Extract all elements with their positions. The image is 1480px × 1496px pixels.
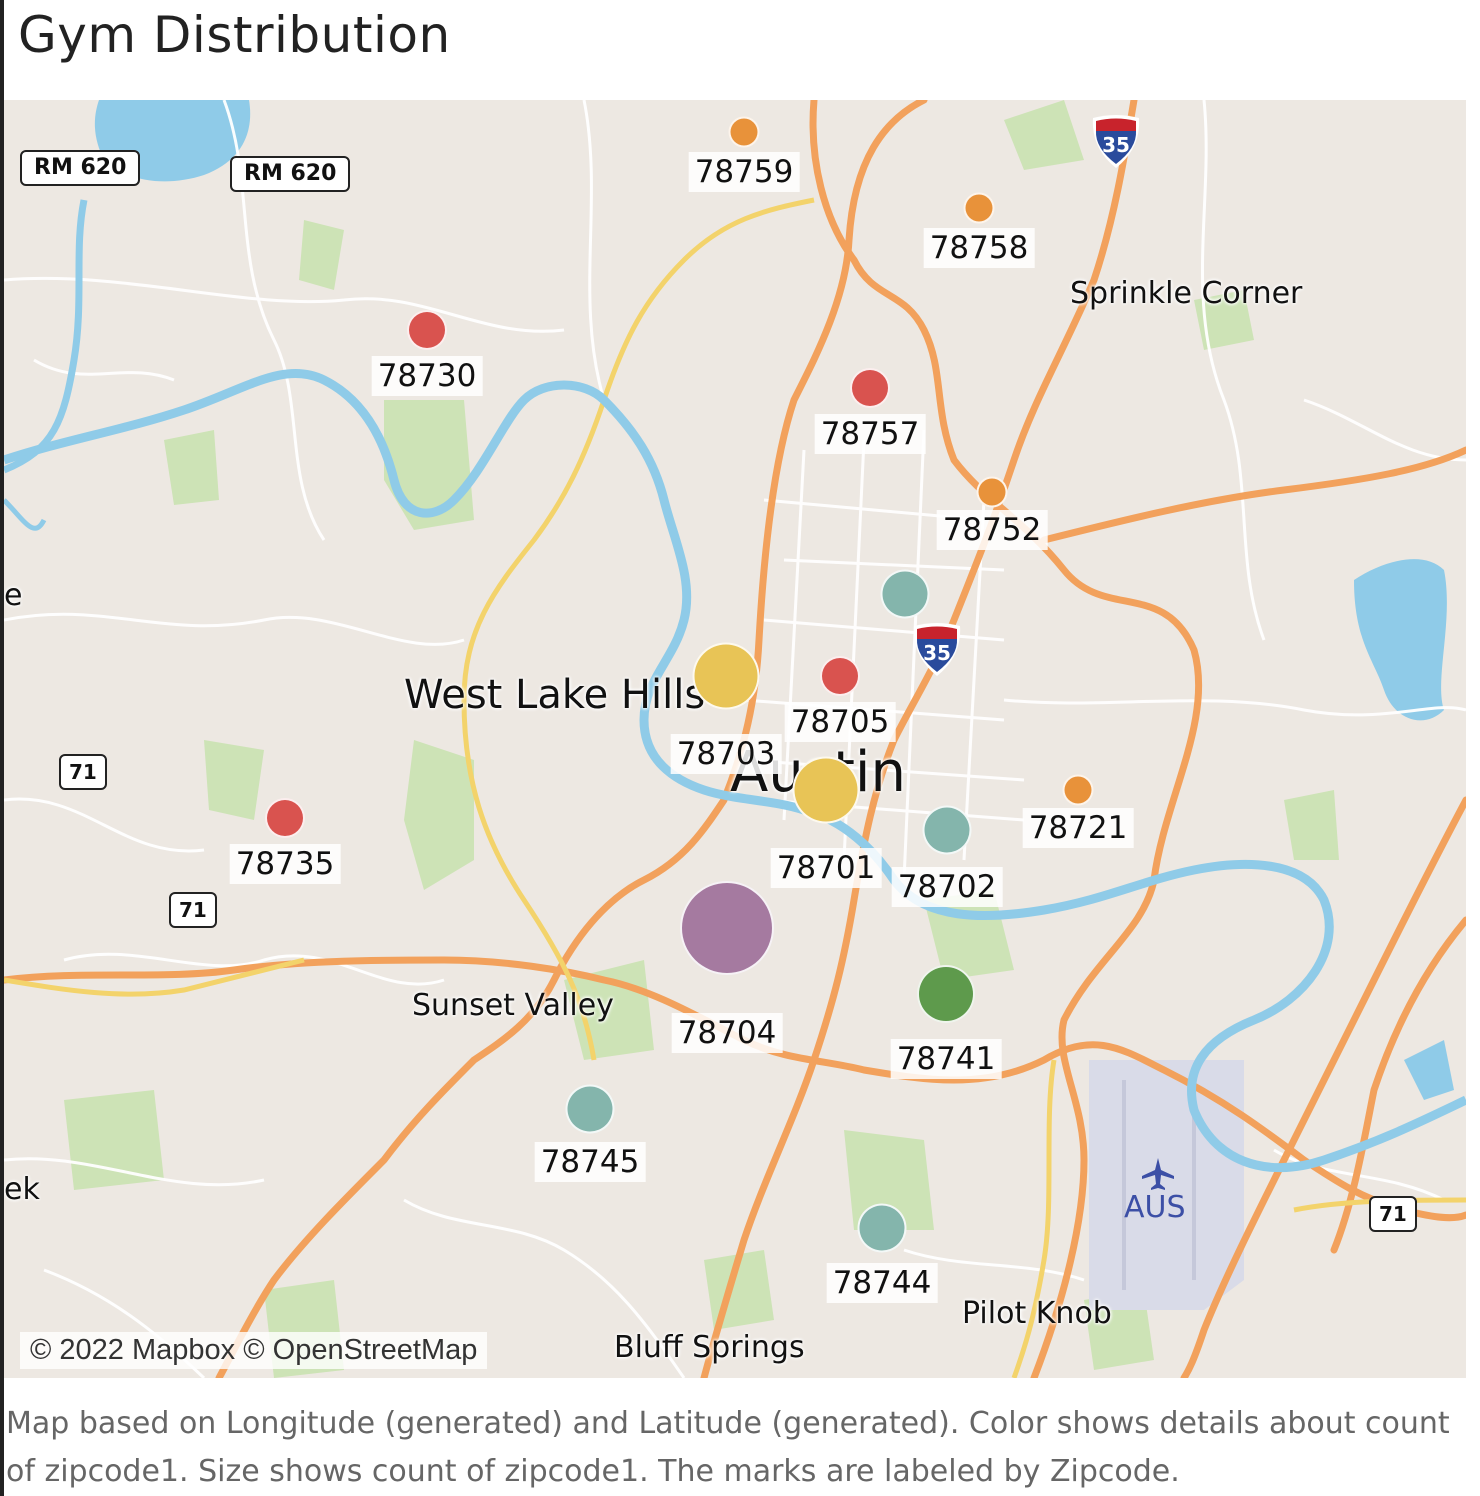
zip-mark[interactable] bbox=[963, 192, 995, 224]
road-shield-71: 71 bbox=[169, 892, 217, 928]
place-label-pilot-knob: Pilot Knob bbox=[962, 1296, 1112, 1331]
place-label-sprinkle-corner: Sprinkle Corner bbox=[1070, 276, 1303, 311]
chart-caption: Map based on Longitude (generated) and L… bbox=[6, 1406, 1450, 1489]
zip-label: 78759 bbox=[688, 151, 800, 192]
zip-label: 78757 bbox=[814, 414, 926, 454]
zip-label: 78705 bbox=[784, 702, 896, 742]
zip-mark[interactable] bbox=[857, 1203, 907, 1253]
zip-label: 78744 bbox=[826, 1262, 938, 1303]
interstate-shield-icon: 35 bbox=[910, 622, 964, 678]
page-title: Gym Distribution bbox=[18, 6, 451, 64]
zip-mark[interactable] bbox=[792, 756, 860, 824]
zip-mark[interactable] bbox=[680, 881, 774, 975]
map-attribution[interactable]: © 2022 Mapbox © OpenStreetMap bbox=[20, 1332, 488, 1369]
zip-label: 78758 bbox=[923, 227, 1035, 268]
zip-mark[interactable] bbox=[407, 310, 447, 350]
zip-mark[interactable] bbox=[1062, 774, 1094, 806]
road-shield-rm620: RM 620 bbox=[230, 156, 351, 192]
zip-label: 78752 bbox=[936, 509, 1048, 550]
road-shield-71: 71 bbox=[59, 754, 107, 790]
road-shield-rm620: RM 620 bbox=[20, 150, 141, 186]
svg-text:35: 35 bbox=[1102, 133, 1130, 157]
zip-label: 78721 bbox=[1022, 807, 1134, 848]
zip-mark[interactable] bbox=[917, 965, 975, 1023]
zip-mark[interactable] bbox=[922, 805, 972, 855]
zip-label: 78703 bbox=[670, 733, 782, 774]
place-label-west-lake-hills: West Lake Hills bbox=[404, 672, 706, 718]
zip-mark[interactable] bbox=[265, 798, 305, 838]
zip-label: 78730 bbox=[371, 356, 483, 396]
zip-label: 78745 bbox=[534, 1141, 646, 1182]
zip-mark[interactable] bbox=[728, 116, 760, 148]
zip-mark[interactable] bbox=[850, 368, 890, 408]
zip-label: 78704 bbox=[671, 1013, 783, 1053]
svg-text:35: 35 bbox=[923, 641, 951, 665]
zip-mark[interactable] bbox=[692, 642, 760, 710]
place-label-fragment: e bbox=[4, 578, 23, 613]
zip-label: 78702 bbox=[891, 866, 1003, 907]
map-view[interactable]: RM 620 RM 620 71 71 71 35 35 West Lake H… bbox=[4, 100, 1466, 1378]
zip-mark[interactable] bbox=[820, 656, 860, 696]
zip-mark[interactable] bbox=[880, 569, 930, 619]
place-label-bluff-springs: Bluff Springs bbox=[614, 1330, 805, 1365]
place-label-sunset-valley: Sunset Valley bbox=[412, 988, 614, 1023]
lake-east bbox=[1354, 559, 1447, 721]
airport-label: AUS bbox=[1124, 1190, 1186, 1225]
zip-label: 78735 bbox=[229, 844, 341, 884]
interstate-shield-icon: 35 bbox=[1089, 114, 1143, 170]
place-label-fragment: ek bbox=[4, 1172, 40, 1207]
road-shield-71: 71 bbox=[1369, 1196, 1417, 1232]
zip-label: 78701 bbox=[770, 847, 882, 888]
zip-label: 78741 bbox=[890, 1039, 1002, 1079]
zip-mark[interactable] bbox=[565, 1084, 615, 1134]
zip-mark[interactable] bbox=[976, 476, 1008, 508]
